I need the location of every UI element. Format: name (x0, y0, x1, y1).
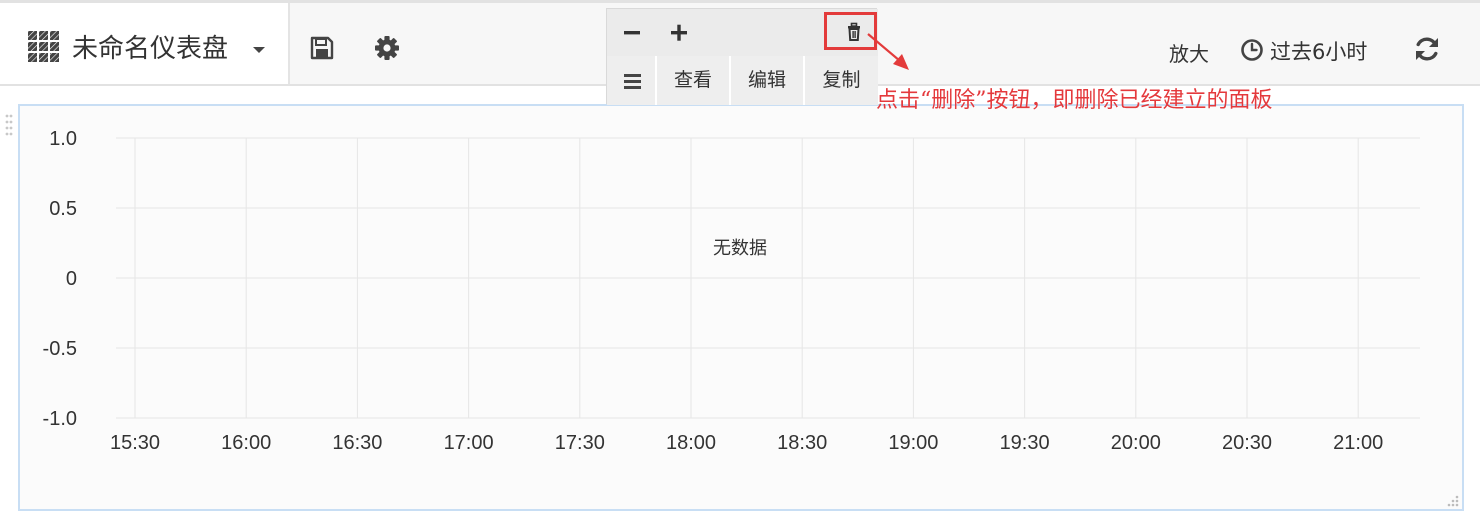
x-tick-label: 20:30 (1222, 432, 1272, 454)
annotation-arrow-icon (867, 33, 909, 70)
y-tick-label: 1.0 (49, 128, 77, 150)
y-tick-label: -0.5 (43, 338, 77, 360)
x-tick-label: 15:30 (110, 432, 160, 454)
x-tick-label: 17:30 (555, 432, 605, 454)
x-tick-label: 17:00 (444, 432, 494, 454)
annotation-text: 点击“删除”按钮，即删除已经建立的面板 (876, 88, 1273, 113)
graph-panel: 1.0 0.5 0 -0.5 -1.0 15:30 16:00 16:30 17:00 17:30… (18, 104, 1464, 511)
dashboard-title-dropdown[interactable]: 未命名仪表盘 (0, 3, 290, 84)
resize-handle-icon[interactable] (1443, 493, 1461, 511)
plus-icon[interactable] (665, 18, 695, 48)
time-range-label: 过去6小时 (1270, 40, 1368, 64)
graph-chart: 1.0 0.5 0 -0.5 -1.0 15:30 16:00 16:30 17:00 17:30… (43, 128, 1420, 454)
x-tick-label: 20:00 (1111, 432, 1161, 454)
panel-menu-actions: 查看 编辑 复制 (607, 56, 878, 105)
edit-button[interactable]: 编辑 (729, 56, 803, 105)
no-data-label: 无数据 (713, 238, 767, 259)
zoom-out-button[interactable]: 放大 (1169, 38, 1209, 67)
minus-icon[interactable] (617, 18, 647, 48)
y-tick-label: 0.5 (49, 198, 77, 220)
y-tick-label: -1.0 (43, 408, 77, 430)
save-icon[interactable] (309, 35, 335, 61)
x-tick-label: 19:00 (888, 432, 938, 454)
x-tick-label: 16:30 (332, 432, 382, 454)
caret-down-icon (253, 47, 265, 53)
view-button[interactable]: 查看 (655, 56, 729, 105)
x-tick-label: 18:00 (666, 432, 716, 454)
y-tick-label: 0 (66, 268, 77, 290)
clock-icon (1241, 39, 1263, 61)
x-tick-label: 18:30 (777, 432, 827, 454)
gear-icon[interactable] (374, 35, 400, 61)
drag-handle-icon[interactable] (5, 113, 13, 137)
x-tick-label: 19:30 (1000, 432, 1050, 454)
refresh-icon[interactable] (1413, 35, 1441, 63)
dashboard-title: 未命名仪表盘 (72, 34, 229, 64)
x-tick-label: 21:00 (1333, 432, 1383, 454)
grid-icon (28, 31, 59, 62)
hamburger-icon[interactable] (607, 56, 655, 105)
x-tick-label: 16:00 (221, 432, 271, 454)
